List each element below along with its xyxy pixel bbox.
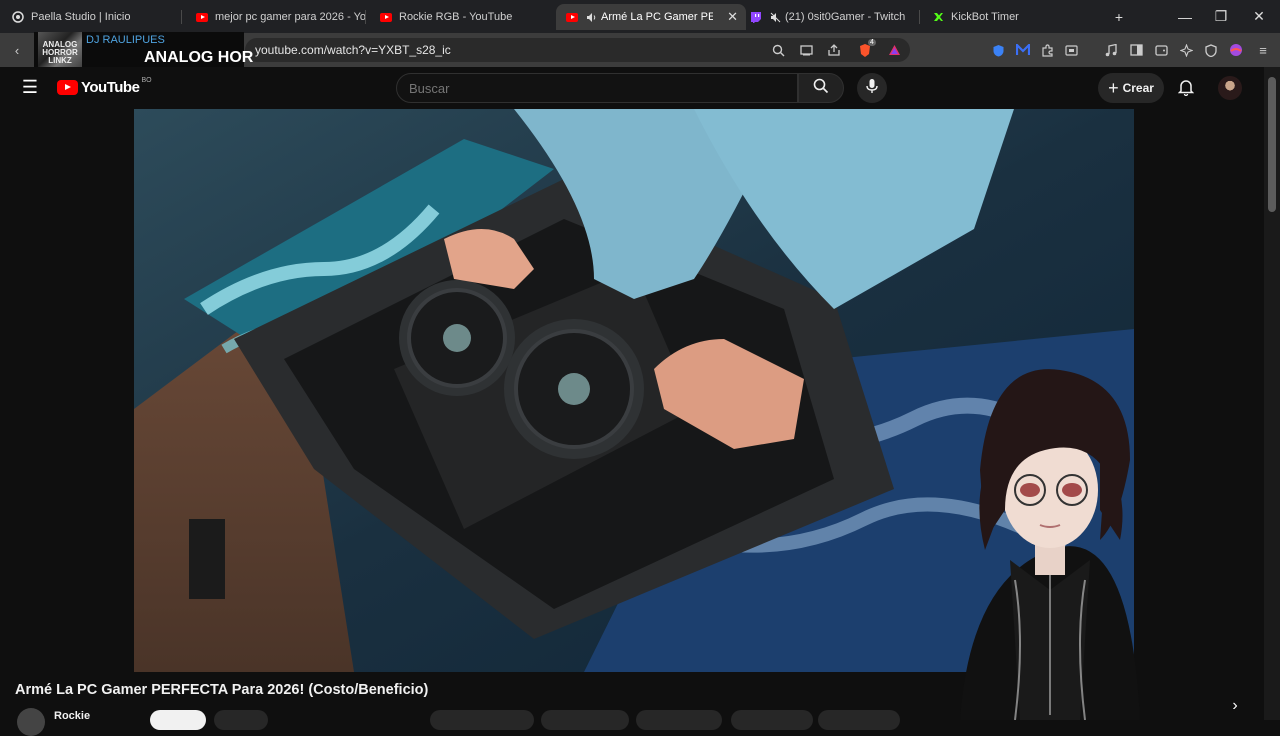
plus-icon: + [1108, 77, 1119, 98]
close-tab-icon[interactable]: ✕ [727, 9, 738, 25]
tab-title: Armé La PC Gamer PERFECTA [601, 11, 713, 23]
search-page-icon[interactable] [767, 39, 789, 61]
join-button[interactable] [214, 710, 268, 730]
back-icon[interactable]: ‹ [6, 39, 28, 61]
create-button[interactable]: + Crear [1098, 73, 1164, 103]
speaker-icon[interactable] [585, 11, 597, 23]
youtube-logo-text: YouTube [81, 79, 140, 96]
channel-avatar[interactable] [17, 708, 45, 736]
subscribe-button[interactable] [150, 710, 206, 730]
url-text[interactable]: youtube.com/watch?v=YXBT_s28_ic [255, 43, 451, 57]
tab-kickbot[interactable]: KickBot Timer [932, 4, 1102, 30]
tab-rockie-rgb[interactable]: Rockie RGB - YouTube [380, 4, 550, 30]
channel-name[interactable]: Rockie [54, 710, 90, 722]
brave-rewards-icon[interactable] [883, 39, 905, 61]
youtube-logo-icon [57, 80, 78, 95]
search-icon [813, 78, 829, 99]
screenshot-icon[interactable] [1060, 39, 1082, 61]
remix-button[interactable] [636, 710, 722, 730]
profile-orb-icon[interactable] [1225, 39, 1247, 61]
video-title: Armé La PC Gamer PERFECTA Para 2026! (Co… [15, 682, 429, 698]
muted-speaker-icon[interactable] [769, 11, 781, 23]
search-button[interactable] [798, 73, 844, 103]
omnibox[interactable]: youtube.com/watch?v=YXBT_s28_ic 4 [245, 38, 910, 62]
leo-ai-icon[interactable] [1175, 39, 1197, 61]
youtube-icon [566, 11, 578, 23]
vpn-shield-icon[interactable] [1200, 39, 1222, 61]
search-box [396, 73, 798, 103]
youtube-icon [380, 11, 392, 23]
create-label: Crear [1122, 81, 1154, 95]
cast-icon[interactable] [795, 39, 817, 61]
twitch-icon [750, 11, 762, 23]
close-window-icon[interactable]: ✕ [1236, 0, 1280, 33]
tab-title: KickBot Timer [951, 11, 1019, 23]
tab-paella-studio[interactable]: Paella Studio | Inicio [12, 4, 182, 30]
share-button[interactable] [541, 710, 629, 730]
extension-shield-icon[interactable] [987, 39, 1009, 61]
extension-m-icon[interactable] [1012, 39, 1034, 61]
new-tab-button[interactable]: + [1096, 0, 1142, 33]
download-button[interactable] [731, 710, 813, 730]
paella-icon [12, 11, 24, 23]
kickbot-icon [932, 11, 944, 23]
tab-title: (21) 0sit0Gamer - Twitch [785, 11, 906, 23]
clip-button[interactable] [818, 710, 900, 730]
scrollbar-thumb[interactable] [1268, 77, 1276, 212]
browser-tab-bar: Paella Studio | Inicio mejor pc gamer pa… [0, 0, 1280, 33]
search-input[interactable] [407, 80, 771, 97]
brave-shields-icon[interactable]: 4 [854, 39, 876, 61]
voice-search-button[interactable] [857, 73, 887, 103]
microphone-icon [866, 78, 878, 99]
tab-title: Paella Studio | Inicio [31, 11, 131, 23]
tab-arme-la-pc-gamer[interactable]: Armé La PC Gamer PERFECTA ✕ [556, 4, 746, 30]
tab-title: Rockie RGB - YouTube [399, 11, 513, 23]
tab-mejor-pc-gamer[interactable]: mejor pc gamer para 2026 - YouTube [196, 4, 366, 30]
youtube-icon [196, 11, 208, 23]
brave-shields-badge: 4 [868, 39, 876, 46]
tab-twitch[interactable]: (21) 0sit0Gamer - Twitch [750, 4, 920, 30]
media-music-icon[interactable] [1100, 39, 1122, 61]
page-scrollbar[interactable] [1264, 67, 1280, 720]
sidebar-icon[interactable] [1125, 39, 1147, 61]
wallet-icon[interactable] [1150, 39, 1172, 61]
share-icon[interactable] [823, 39, 845, 61]
song-title: ANALOG HOR [144, 49, 254, 66]
notifications-bell-icon[interactable] [1175, 76, 1197, 98]
vtuber-avatar-art [960, 369, 1140, 721]
menu-icon[interactable]: ≡ [1252, 39, 1274, 61]
extensions-puzzle-icon[interactable] [1036, 39, 1058, 61]
youtube-logo[interactable]: YouTube BO [57, 77, 152, 96]
region-code: BO [141, 77, 152, 84]
dj-name: DJ RAULIPUES [86, 34, 165, 46]
youtube-header: ☰ YouTube BO + Crear [0, 67, 1264, 108]
vtuber-avatar-overlay [900, 350, 1200, 721]
like-dislike-button[interactable] [430, 710, 534, 730]
tab-title: mejor pc gamer para 2026 - YouTube [215, 11, 366, 23]
hamburger-menu-icon[interactable]: ☰ [19, 76, 41, 98]
account-avatar[interactable] [1218, 76, 1242, 100]
chevron-right-icon[interactable]: › [1224, 695, 1246, 717]
